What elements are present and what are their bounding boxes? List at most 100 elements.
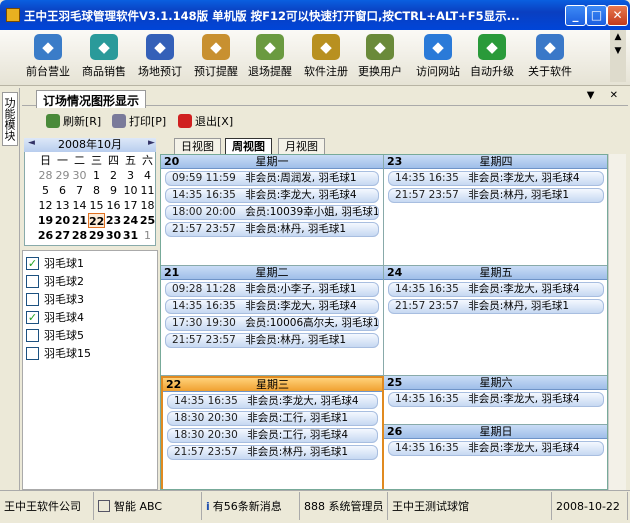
calendar-day[interactable]: 5 <box>37 183 54 198</box>
appointment[interactable]: 14:35 16:35 非会员:李龙大, 羽毛球4 <box>165 188 379 203</box>
appointment[interactable]: 21:57 23:57 非会员:林丹, 羽毛球1 <box>388 299 604 314</box>
court-item[interactable]: ✓ 羽毛球1 <box>26 255 84 271</box>
calendar-day[interactable]: 19 <box>37 213 54 228</box>
status-messages[interactable]: i 有56条新消息 <box>202 492 300 520</box>
calendar-day[interactable]: 10 <box>122 183 139 198</box>
calendar-day[interactable]: 9 <box>105 183 122 198</box>
calendar-day[interactable]: 2 <box>105 168 122 183</box>
day-cell-21[interactable]: 21 星期二 09:28 11:28 非会员:小李子, 羽毛球1 14:35 16:3… <box>161 266 384 376</box>
day-cell-26[interactable]: 26 星期日 14:35 16:35 非会员:李龙大, 羽毛球4 <box>384 425 607 489</box>
appointment[interactable]: 21:57 23:57 非会员:林丹, 羽毛球1 <box>167 445 378 460</box>
appointment[interactable]: 09:28 11:28 非会员:小李子, 羽毛球1 <box>165 282 379 297</box>
calendar-day[interactable]: 20 <box>54 213 71 228</box>
day-cell-25[interactable]: 25 星期六 14:35 16:35 非会员:李龙大, 羽毛球4 <box>384 376 607 425</box>
day-cell-24[interactable]: 24 星期五 14:35 16:35 非会员:李龙大, 羽毛球4 21:57 23:5… <box>384 266 607 376</box>
calendar-day[interactable]: 11 <box>139 183 156 198</box>
action-button-2[interactable]: 退出[X] <box>178 113 233 129</box>
appointment[interactable]: 14:35 16:35 非会员:李龙大, 羽毛球4 <box>165 299 379 314</box>
action-button-0[interactable]: 刷新[R] <box>46 113 101 129</box>
court-checkbox[interactable]: ✓ <box>26 256 39 270</box>
calendar-day[interactable]: 25 <box>139 213 156 228</box>
calendar-day[interactable]: 18 <box>139 198 156 213</box>
toolbar-button-0[interactable]: ◆ 前台营业 <box>20 34 76 82</box>
info-icon: i <box>206 499 210 513</box>
toolbar-button-1[interactable]: ◆ 商品销售 <box>76 34 132 82</box>
toolbar-button-8[interactable]: ◆ 自动升级 <box>464 34 520 82</box>
prev-month-icon[interactable]: ◄ <box>28 138 35 148</box>
day-cell-22[interactable]: 22 星期三 14:35 16:35 非会员:李龙大, 羽毛球4 18:30 20:3… <box>161 376 384 489</box>
toolbar-button-6[interactable]: ◆ 更换用户 <box>352 34 408 82</box>
panel-controls[interactable]: ▼ ✕ <box>587 90 624 101</box>
calendar-day[interactable]: 21 <box>71 213 88 228</box>
calendar-day[interactable]: 8 <box>88 183 105 198</box>
calendar-day[interactable]: 12 <box>37 198 54 213</box>
appointment[interactable]: 09:59 11:59 非会员:周润发, 羽毛球1 <box>165 171 379 186</box>
appointment[interactable]: 21:57 23:57 非会员:林丹, 羽毛球1 <box>165 333 379 348</box>
calendar-day[interactable]: 1 <box>88 168 105 183</box>
calendar-day[interactable]: 17 <box>122 198 139 213</box>
toolbar-button-4[interactable]: ◆ 退场提醒 <box>242 34 298 82</box>
appointment[interactable]: 14:35 16:35 非会员:李龙大, 羽毛球4 <box>167 394 378 409</box>
minimize-button[interactable]: _ <box>565 5 586 26</box>
tab-view-2[interactable]: 月视图 <box>278 138 325 154</box>
calendar-day[interactable]: 27 <box>54 228 71 243</box>
court-checkbox[interactable] <box>26 328 39 342</box>
calendar-day[interactable]: 15 <box>88 198 105 213</box>
appointment[interactable]: 21:57 23:57 非会员:林丹, 羽毛球1 <box>388 188 604 203</box>
calendar-day[interactable]: 24 <box>122 213 139 228</box>
calendar-day[interactable]: 4 <box>139 168 156 183</box>
panel-title-tab[interactable]: 订场情况图形显示 <box>36 90 147 108</box>
toolbar-overflow-button[interactable]: ▲ ▼ <box>610 30 626 82</box>
court-item[interactable]: ✓ 羽毛球4 <box>26 309 84 325</box>
vertical-scrollbar[interactable] <box>608 154 626 490</box>
appointment[interactable]: 18:30 20:30 非会员:工行, 羽毛球4 <box>167 428 378 443</box>
toolbar-button-2[interactable]: ◆ 场地预订 <box>132 34 188 82</box>
day-cell-23[interactable]: 23 星期四 14:35 16:35 非会员:李龙大, 羽毛球4 21:57 23:5… <box>384 155 607 266</box>
court-item[interactable]: 羽毛球2 <box>26 273 84 289</box>
close-button[interactable]: ✕ <box>607 5 628 26</box>
court-checkbox[interactable]: ✓ <box>26 310 39 324</box>
court-checkbox[interactable] <box>26 274 39 288</box>
appointment[interactable]: 14:35 16:35 非会员:李龙大, 羽毛球4 <box>388 441 604 456</box>
calendar-day[interactable]: 22 <box>88 213 105 228</box>
calendar-day[interactable]: 3 <box>122 168 139 183</box>
toolbar-button-5[interactable]: ◆ 软件注册 <box>298 34 354 82</box>
calendar-day[interactable]: 28 <box>71 228 88 243</box>
calendar-day[interactable]: 14 <box>71 198 88 213</box>
calendar-day[interactable]: 28 <box>37 168 54 183</box>
toolbar-button-7[interactable]: ◆ 访问网站 <box>410 34 466 82</box>
court-item[interactable]: 羽毛球3 <box>26 291 84 307</box>
calendar-day[interactable]: 30 <box>71 168 88 183</box>
court-item[interactable]: 羽毛球15 <box>26 345 91 361</box>
tab-view-0[interactable]: 日视图 <box>174 138 221 154</box>
calendar-day[interactable]: 6 <box>54 183 71 198</box>
court-checkbox[interactable] <box>26 292 39 306</box>
function-modules-tab[interactable]: 功能模块 <box>2 92 18 146</box>
calendar-day[interactable]: 16 <box>105 198 122 213</box>
toolbar-button-3[interactable]: ◆ 预订提醒 <box>188 34 244 82</box>
appointment[interactable]: 14:35 16:35 非会员:李龙大, 羽毛球4 <box>388 171 604 186</box>
action-button-1[interactable]: 打印[P] <box>112 113 166 129</box>
appointment[interactable]: 14:35 16:35 非会员:李龙大, 羽毛球4 <box>388 282 604 297</box>
maximize-button[interactable]: □ <box>586 5 607 26</box>
calendar-day[interactable]: 29 <box>54 168 71 183</box>
calendar-day[interactable]: 29 <box>88 228 105 243</box>
court-item[interactable]: 羽毛球5 <box>26 327 84 343</box>
appointment[interactable]: 18:00 20:00 会员:10039幸小姐, 羽毛球1 <box>165 205 379 220</box>
day-cell-20[interactable]: 20 星期一 09:59 11:59 非会员:周润发, 羽毛球1 14:35 16:3… <box>161 155 384 266</box>
calendar-day[interactable]: 31 <box>122 228 139 243</box>
calendar-day[interactable]: 30 <box>105 228 122 243</box>
calendar-day[interactable]: 1 <box>139 228 156 243</box>
court-checkbox[interactable] <box>26 346 39 360</box>
calendar-day[interactable]: 26 <box>37 228 54 243</box>
calendar-day[interactable]: 23 <box>105 213 122 228</box>
calendar-day[interactable]: 7 <box>71 183 88 198</box>
appointment[interactable]: 14:35 16:35 非会员:李龙大, 羽毛球4 <box>388 392 604 407</box>
appointment[interactable]: 21:57 23:57 非会员:林丹, 羽毛球1 <box>165 222 379 237</box>
next-month-icon[interactable]: ► <box>148 138 155 148</box>
calendar-day[interactable]: 13 <box>54 198 71 213</box>
appointment[interactable]: 18:30 20:30 非会员:工行, 羽毛球1 <box>167 411 378 426</box>
appointment[interactable]: 17:30 19:30 会员:10006高尔夫, 羽毛球1 <box>165 316 379 331</box>
toolbar-button-9[interactable]: ◆ 关于软件 <box>522 34 578 82</box>
tab-view-1[interactable]: 周视图 <box>225 138 272 154</box>
